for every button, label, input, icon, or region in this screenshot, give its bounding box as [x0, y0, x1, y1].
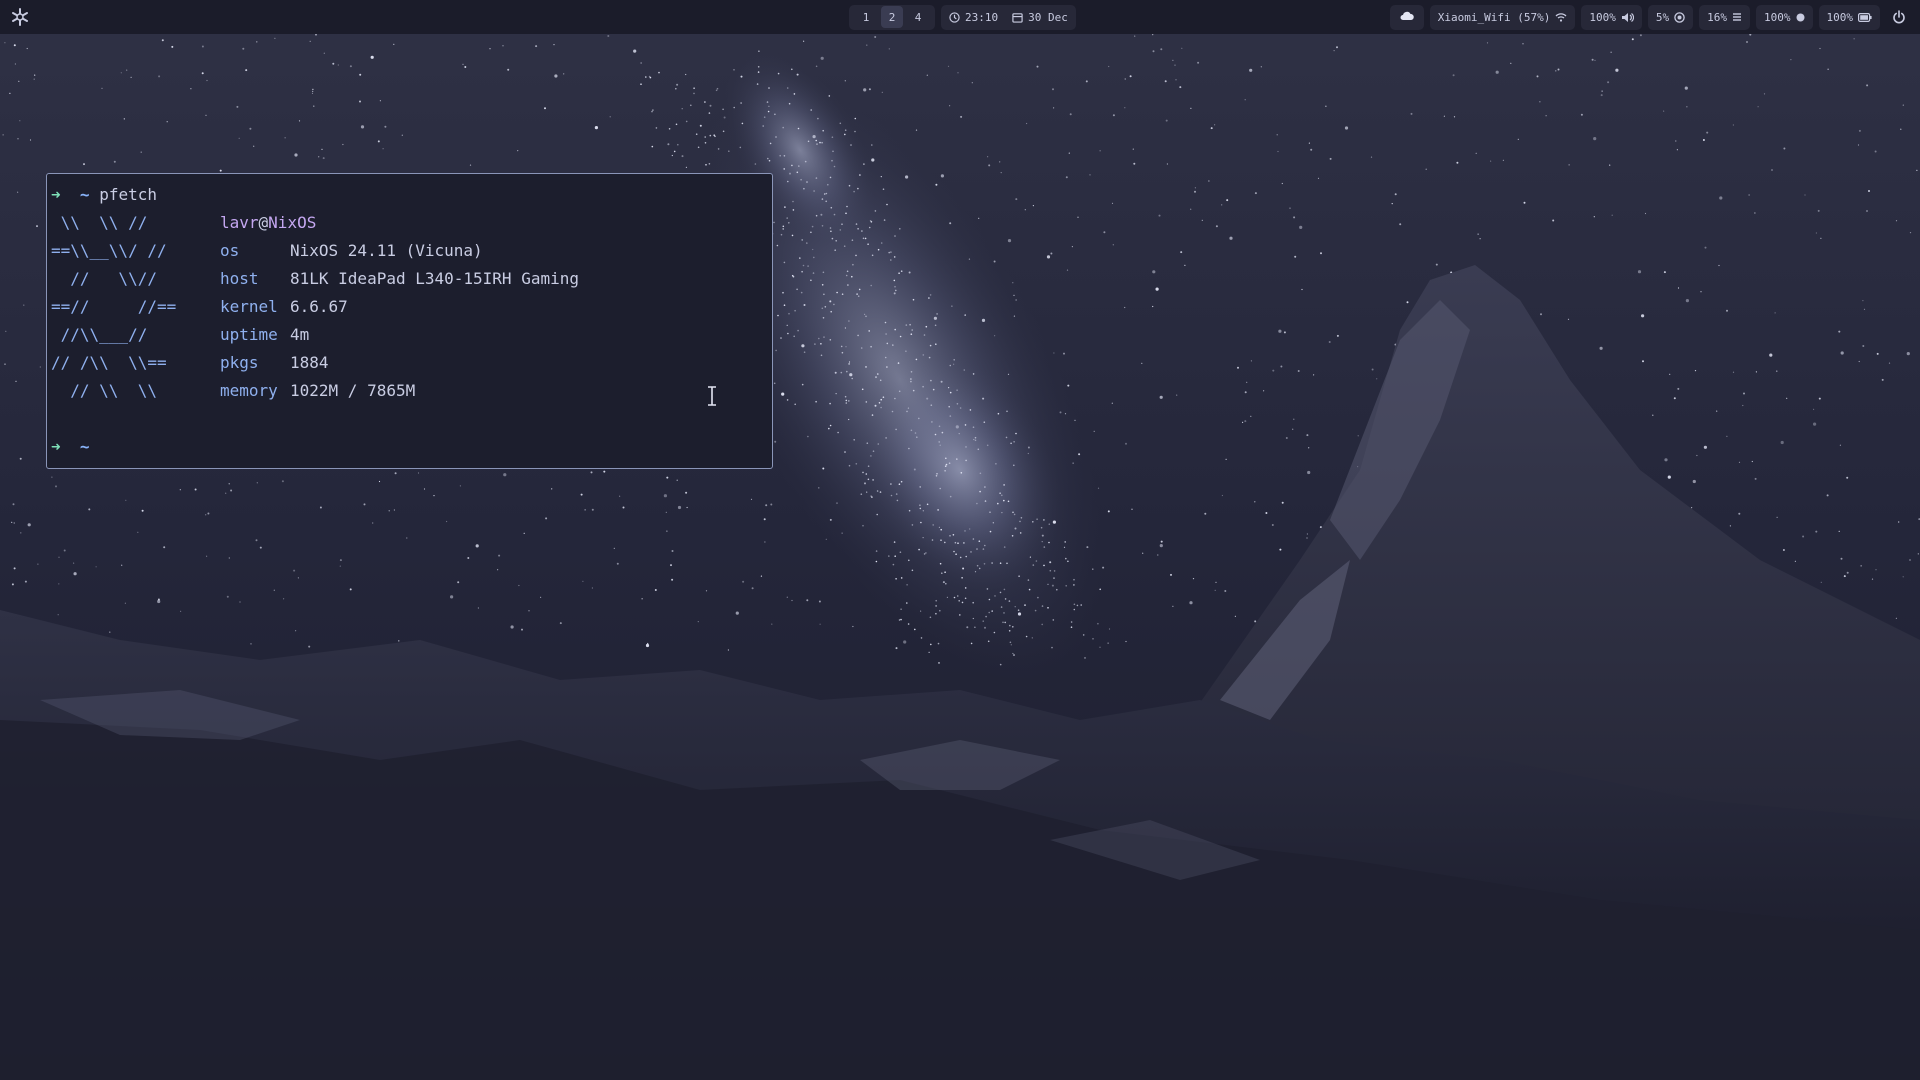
volume-widget[interactable]: 100% [1581, 4, 1642, 30]
info-row-kernel: kernel 6.6.67 [220, 295, 348, 319]
cpu-label: 5% [1655, 10, 1670, 24]
clock-time: 23:10 [965, 10, 999, 24]
info-label: uptime [220, 325, 278, 344]
info-value: 1884 [290, 353, 329, 372]
cpu-widget[interactable]: 5% [1647, 4, 1694, 30]
username: lavr [220, 213, 259, 232]
info-label: os [220, 241, 240, 260]
hostname: NixOS [268, 213, 317, 232]
info-row-os: os NixOS 24.11 (Vicuna) [220, 239, 483, 263]
desktop-wallpaper [0, 0, 1920, 1080]
volume-label: 100% [1589, 10, 1616, 24]
brightness-widget[interactable]: 100% [1756, 4, 1813, 30]
wifi-label: Xiaomi_Wifi (57%) [1437, 10, 1551, 24]
memory-icon [1732, 12, 1742, 22]
wifi-widget[interactable]: Xiaomi_Wifi (57%) [1429, 4, 1576, 30]
ascii-logo-line: ==// //== [51, 297, 177, 316]
info-row-pkgs: pkgs 1884 [220, 351, 329, 375]
clock-icon [949, 11, 960, 23]
prompt-arrow: ➜ [51, 437, 61, 456]
at-sign: @ [258, 213, 269, 232]
prompt-directory: ~ [79, 437, 90, 456]
cpu-icon [1674, 11, 1685, 23]
speaker-icon [1621, 12, 1634, 23]
info-row-host: host 81LK IdeaPad L340-15IRH Gaming [220, 267, 579, 291]
center-modules: 1 2 4 23:10 30 Dec [849, 4, 1082, 30]
battery-label: 100% [1826, 10, 1854, 24]
prompt-arrow: ➜ [51, 185, 61, 204]
user-host-line: lavr@NixOS [220, 211, 316, 235]
info-value: NixOS 24.11 (Vicuna) [290, 241, 483, 260]
nix-snowflake-icon[interactable] [8, 5, 32, 29]
prompt-directory: ~ [79, 185, 90, 204]
ascii-logo-line: // \\// [51, 269, 157, 288]
calendar-icon [1012, 12, 1023, 23]
ascii-logo-line: //\\___// [51, 325, 148, 344]
info-row-uptime: uptime 4m [220, 323, 309, 347]
memory-widget[interactable]: 16% [1699, 4, 1750, 30]
info-label: pkgs [220, 353, 259, 372]
battery-icon [1858, 12, 1872, 22]
info-row-memory: memory 1022M / 7865M [220, 379, 415, 403]
workspace-1-button[interactable]: 1 [855, 6, 877, 28]
terminal-window[interactable]: ➜ ~ pfetch \\ \\ // ==\\__\\/ // // \\//… [46, 173, 773, 469]
power-icon[interactable] [1888, 10, 1910, 24]
command-text: pfetch [99, 185, 157, 204]
info-label: host [220, 269, 259, 288]
info-value: 4m [290, 325, 310, 344]
clock-date: 30 Dec [1028, 10, 1068, 24]
workspace-2-button[interactable]: 2 [881, 6, 903, 28]
info-label: kernel [220, 297, 278, 316]
ascii-logo-line: \\ \\ // [51, 213, 148, 232]
battery-widget[interactable]: 100% [1818, 4, 1880, 30]
brightness-icon [1796, 13, 1805, 22]
command-line: ➜ ~ pfetch [51, 183, 157, 207]
info-value: 6.6.67 [290, 297, 348, 316]
brightness-label: 100% [1764, 10, 1791, 24]
right-modules: Xiaomi_Wifi (57%) 100% 5% 16% 100% 100% [1389, 4, 1910, 30]
i-beam-cursor-icon [707, 386, 717, 410]
cloud-icon[interactable] [1400, 11, 1414, 24]
info-label: memory [220, 381, 278, 400]
memory-label: 16% [1707, 10, 1727, 24]
ascii-logo-line: // /\\ \\== [51, 353, 167, 372]
info-value: 1022M / 7865M [290, 381, 416, 400]
tray-widget[interactable] [1389, 4, 1424, 30]
prompt-line[interactable]: ➜ ~ [51, 435, 90, 459]
ascii-logo-line: // \\ \\ [51, 381, 157, 400]
workspace-4-button[interactable]: 4 [907, 6, 929, 28]
workspace-switcher: 1 2 4 [849, 4, 935, 30]
top-panel: 1 2 4 23:10 30 Dec Xiaomi_Wifi (57%) 100… [0, 0, 1920, 34]
clock-widget[interactable]: 23:10 30 Dec [941, 4, 1076, 30]
wifi-icon [1555, 12, 1567, 22]
info-value: 81LK IdeaPad L340-15IRH Gaming [290, 269, 579, 288]
ascii-logo-line: ==\\__\\/ // [51, 241, 167, 260]
